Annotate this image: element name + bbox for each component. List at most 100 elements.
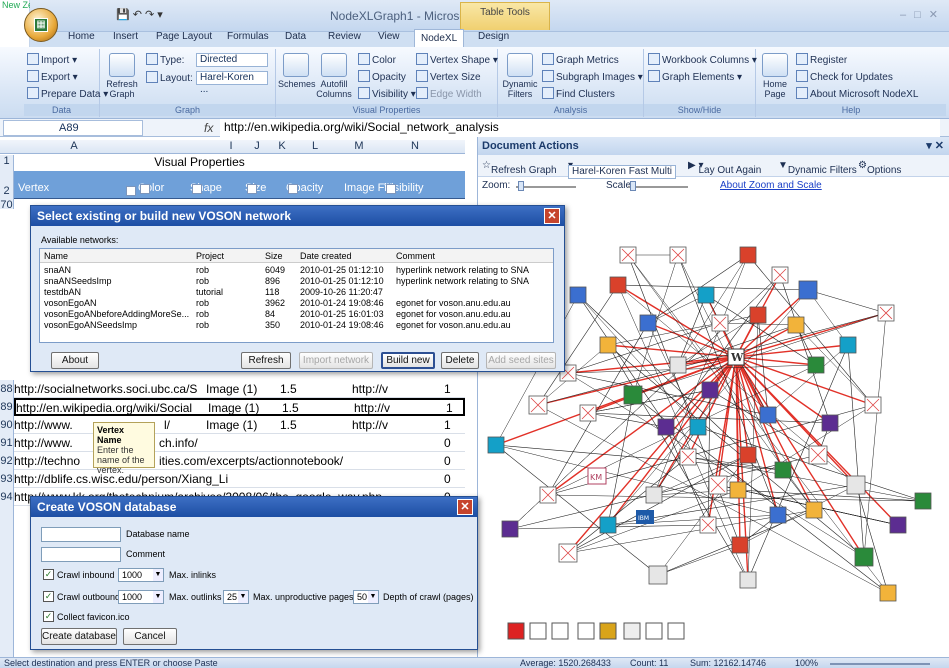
add-seed-sites-button[interactable]: Add seed sites [486, 352, 556, 369]
graph-vertex[interactable] [731, 536, 749, 554]
graph-vertex[interactable] [759, 406, 777, 424]
graph-vertex[interactable] [623, 385, 643, 405]
graph-vertex[interactable] [711, 314, 729, 332]
fx-icon[interactable]: fx [204, 121, 213, 135]
import-network-button[interactable]: Import network [299, 352, 373, 369]
graph-vertex[interactable] [599, 336, 617, 354]
export-button[interactable]: Export ▾ [27, 70, 78, 83]
cell-shape[interactable]: Image (1) [206, 416, 257, 433]
cell-visibility[interactable]: 1 [444, 416, 451, 433]
graph-vertex[interactable] [877, 304, 895, 322]
network-row[interactable]: testdbAN tutorial 118 2009-10-26 11:20:47 [40, 287, 553, 298]
row-header[interactable]: 1 [0, 155, 14, 171]
legend-vertex[interactable] [599, 622, 617, 640]
cell-visibility[interactable]: 0 [444, 470, 451, 487]
layout-select[interactable]: Harel-Koren Fast Multi ▾ [568, 160, 677, 179]
column-header-a[interactable]: A [14, 140, 134, 152]
schemes-button[interactable]: Schemes [278, 53, 316, 89]
office-button[interactable]: ▦ [24, 8, 58, 42]
crawl-inbound-checkbox[interactable]: ✓ [43, 569, 54, 580]
network-row[interactable]: snaANSeedsImp rob 896 2010-01-25 01:12:10 hy… [40, 276, 553, 287]
formula-input[interactable]: http://en.wikipedia.org/wiki/Social_netw… [220, 119, 940, 137]
options-button[interactable]: ⚙ Options [858, 160, 901, 176]
cell-image-file[interactable]: http://v [352, 380, 388, 397]
column-header-n[interactable]: N [380, 140, 450, 152]
opacity-button[interactable]: Opacity [358, 70, 406, 83]
row-header[interactable]: 90 [0, 416, 14, 434]
graph-vertex[interactable] [787, 316, 805, 334]
prepare-data-button[interactable]: Prepare Data ▾ [27, 87, 108, 100]
col-date[interactable]: Date created [300, 251, 352, 261]
km-node[interactable]: KM [587, 467, 607, 485]
refresh-graph-button[interactable]: Refresh Graph [104, 53, 140, 99]
graph-vertex[interactable] [771, 266, 789, 284]
network-row[interactable]: vosonEgoANbeforeAddingMoreSe... rob 84 2010… [40, 309, 553, 320]
graph-vertex[interactable] [807, 356, 825, 374]
tab-page-layout[interactable]: Page Layout [156, 31, 212, 42]
vertex-shape-button[interactable]: Vertex Shape ▾ [416, 53, 498, 66]
row-header[interactable]: 2 [0, 171, 14, 199]
cell-vertex[interactable]: http://www. [14, 436, 73, 450]
color-button[interactable]: Color [358, 53, 396, 66]
dynamic-filters-button[interactable]: Dynamic Filters [500, 53, 540, 99]
graph-vertex[interactable] [739, 446, 757, 464]
about-nodexl-button[interactable]: About Microsoft NodeXL [796, 87, 918, 100]
table-row[interactable]: http://dblife.cs.wisc.edu/person/Xiang_L… [14, 470, 465, 488]
cell-size[interactable]: 1.5 [280, 416, 297, 433]
find-clusters-button[interactable]: Find Clusters [542, 87, 615, 100]
table-row[interactable]: http://socialnetworks.soci.ubc.ca/S Imag… [14, 380, 465, 398]
cancel-button[interactable]: Cancel [123, 628, 177, 645]
filter-icon[interactable] [288, 184, 298, 194]
graph-vertex[interactable] [729, 481, 747, 499]
table-row[interactable]: http://www. l/ Image (1) 1.5 http://v 1 [14, 416, 465, 434]
graph-vertex[interactable] [846, 475, 866, 495]
graph-vertex[interactable] [657, 418, 675, 436]
unproductive-pages-select[interactable]: 25 ▼ [223, 590, 249, 604]
legend-vertex[interactable] [667, 622, 685, 640]
table-row-selected[interactable]: http://en.wikipedia.org/wiki/Social Imag… [14, 398, 465, 416]
network-row[interactable]: vosonEgoANSeedsImp rob 350 2010-01-24 19:08… [40, 320, 553, 331]
collect-favicon-checkbox[interactable]: ✓ [43, 611, 54, 622]
row-header[interactable]: 88 [0, 380, 14, 398]
filter-icon[interactable] [386, 184, 396, 194]
home-page-button[interactable]: Home Page [758, 53, 792, 99]
graph-vertex[interactable] [708, 475, 728, 495]
column-header-k[interactable]: K [272, 140, 292, 152]
edge-width-button[interactable]: Edge Width [416, 87, 482, 100]
tab-nodexl[interactable]: NodeXL [414, 29, 465, 47]
graph-vertex[interactable] [889, 516, 907, 534]
outbound-limit-select[interactable]: 1000 ▼ [118, 590, 164, 604]
cell-size[interactable]: 1.5 [282, 400, 299, 414]
visibility-button[interactable]: Visibility ▾ [358, 87, 416, 100]
col-size[interactable]: Size [265, 251, 283, 261]
delete-button[interactable]: Delete [441, 352, 479, 369]
network-list[interactable]: Name Project Size Date created Comment s… [39, 248, 554, 343]
graph-vertex[interactable] [769, 506, 787, 524]
graph-vertex[interactable] [821, 414, 839, 432]
close-icon[interactable]: ✕ [544, 208, 560, 224]
table-row[interactable]: http://www. ch.info/ 0 [14, 434, 465, 452]
legend-vertex[interactable] [577, 622, 595, 640]
graph-vertex[interactable] [699, 516, 717, 534]
table-row[interactable]: http://techno ities.com/excerpts/actionn… [14, 452, 465, 470]
row-header[interactable]: 89 [0, 398, 14, 416]
filter-icon[interactable] [192, 184, 202, 194]
refresh-button[interactable]: Refresh [241, 352, 291, 369]
graph-vertex[interactable] [739, 571, 757, 589]
graph-vertex[interactable] [648, 565, 668, 585]
legend-vertex[interactable] [645, 622, 663, 640]
tab-formulas[interactable]: Formulas [227, 31, 269, 42]
comment-input[interactable] [41, 547, 121, 562]
legend-vertex[interactable] [507, 622, 525, 640]
close-icon[interactable]: ✕ [457, 499, 473, 515]
filter-icon[interactable] [140, 184, 150, 194]
cell-visibility[interactable]: 0 [444, 434, 451, 451]
graph-vertex[interactable] [609, 276, 627, 294]
graph-vertex[interactable] [697, 286, 715, 304]
graph-vertex[interactable] [528, 395, 548, 415]
col-project[interactable]: Project [196, 251, 224, 261]
graph-vertex[interactable] [501, 520, 519, 538]
tab-home[interactable]: Home [68, 31, 95, 42]
cell-image-file[interactable]: http://v [352, 416, 388, 433]
create-database-button[interactable]: Create database [41, 628, 117, 645]
